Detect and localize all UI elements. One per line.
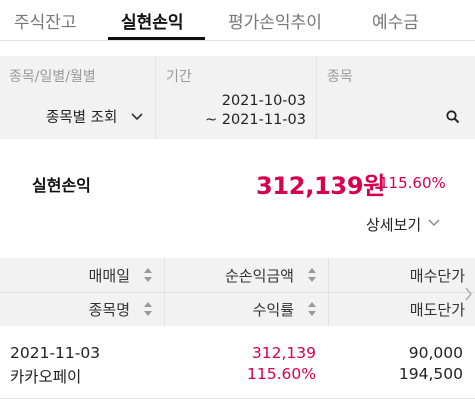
sort-net-profit[interactable]: 순손익금액 xyxy=(164,258,328,292)
row-trade-date: 2021-11-03 xyxy=(10,344,101,362)
sort-return-rate[interactable]: 수익률 xyxy=(164,292,328,326)
sort-stock-name[interactable]: 종목명 xyxy=(0,292,164,326)
view-type-select[interactable]: 종목별 조회 xyxy=(40,106,148,128)
row-divider xyxy=(0,398,475,399)
period-end: ~ 2021-11-03 xyxy=(204,112,306,128)
header-trade-date: 매매일 xyxy=(88,267,130,285)
header-sell-price-cell: 매도단가 xyxy=(328,292,475,326)
filter-bar: 종목/일별/월별 종목별 조회 기간 2021-10-03 ~ 2021-11-… xyxy=(0,56,475,139)
sort-icon xyxy=(308,268,316,282)
header-buy-price: 매수단가 xyxy=(409,267,465,285)
tab-deposit[interactable]: 예수금 xyxy=(372,8,419,33)
stock-search-button[interactable] xyxy=(440,106,464,128)
tab-divider xyxy=(0,40,475,41)
chevron-right-icon[interactable] xyxy=(464,287,473,301)
tab-stock-balance[interactable]: 주식잔고 xyxy=(14,8,77,33)
tab-valuation-trend[interactable]: 평가손익추이 xyxy=(228,8,322,33)
sort-icon xyxy=(308,302,316,316)
row-sell-price: 194,500 xyxy=(398,365,463,383)
tab-realized-pnl[interactable]: 실현손익 xyxy=(121,8,184,33)
period-start: 2021-10-03 xyxy=(221,93,306,109)
view-details-button[interactable]: 상세보기 xyxy=(366,213,442,235)
realized-pnl-label: 실현손익 xyxy=(32,176,91,195)
header-sell-price: 매도단가 xyxy=(409,301,465,319)
period-label: 기간 xyxy=(166,69,192,85)
period-picker[interactable]: 2021-10-03 ~ 2021-11-03 xyxy=(190,92,310,134)
stock-label: 종목 xyxy=(327,69,353,85)
chevron-down-icon xyxy=(428,219,440,226)
view-type-value: 종목별 조회 xyxy=(46,110,118,126)
table-header: 매매일 순손익금액 매수단가 종목명 수익률 매도단가 xyxy=(0,258,475,326)
header-net-profit: 순손익금액 xyxy=(224,267,294,285)
row-stock-name: 카카오페이 xyxy=(10,368,82,386)
filter-divider xyxy=(316,56,317,139)
sort-icon xyxy=(144,268,152,282)
tab-bar: 주식잔고 실현손익 평가손익추이 예수금 xyxy=(0,0,475,40)
realized-pnl-rate: 115.60% xyxy=(379,174,446,192)
sort-icon xyxy=(144,302,152,316)
search-icon xyxy=(446,110,460,124)
filter-divider xyxy=(155,56,156,139)
sort-trade-date[interactable]: 매매일 xyxy=(0,258,164,292)
row-return-rate: 115.60% xyxy=(247,365,316,383)
view-type-label: 종목/일별/월별 xyxy=(9,69,96,85)
view-details-label: 상세보기 xyxy=(366,216,422,234)
header-buy-price-cell: 매수단가 xyxy=(328,258,475,292)
header-return-rate: 수익률 xyxy=(252,301,294,319)
table-row[interactable]: 2021-11-03 카카오페이 312,139 115.60% 90,000 … xyxy=(0,338,475,398)
header-stock-name: 종목명 xyxy=(88,301,130,319)
chevron-down-icon xyxy=(131,113,143,121)
row-net-profit: 312,139 xyxy=(251,344,316,362)
realized-pnl-amount: 312,139원 xyxy=(256,172,385,200)
row-buy-price: 90,000 xyxy=(408,344,463,362)
